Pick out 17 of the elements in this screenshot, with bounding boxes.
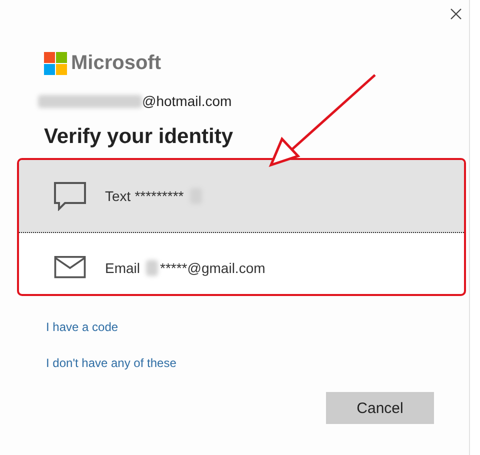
envelope-icon [53, 256, 87, 280]
close-icon[interactable] [450, 8, 462, 20]
option-value: *****@gmail.com [160, 260, 266, 276]
cancel-button[interactable]: Cancel [326, 392, 434, 424]
account-email: @hotmail.com [142, 93, 232, 109]
brand-name: Microsoft [71, 52, 161, 75]
option-label: Text [105, 188, 131, 204]
option-value: ********* [134, 188, 184, 204]
option-label: Email [105, 260, 140, 276]
chat-bubble-icon [53, 181, 87, 211]
logo-icon [44, 52, 67, 75]
page-heading: Verify your identity [44, 125, 234, 149]
text-link[interactable]: I have a code [46, 320, 118, 334]
verification-option[interactable]: Text ********* [19, 160, 464, 233]
verification-option[interactable]: Email *****@gmail.com [19, 233, 464, 294]
blurred-text [146, 260, 158, 276]
text-link[interactable]: I don't have any of these [46, 356, 176, 370]
